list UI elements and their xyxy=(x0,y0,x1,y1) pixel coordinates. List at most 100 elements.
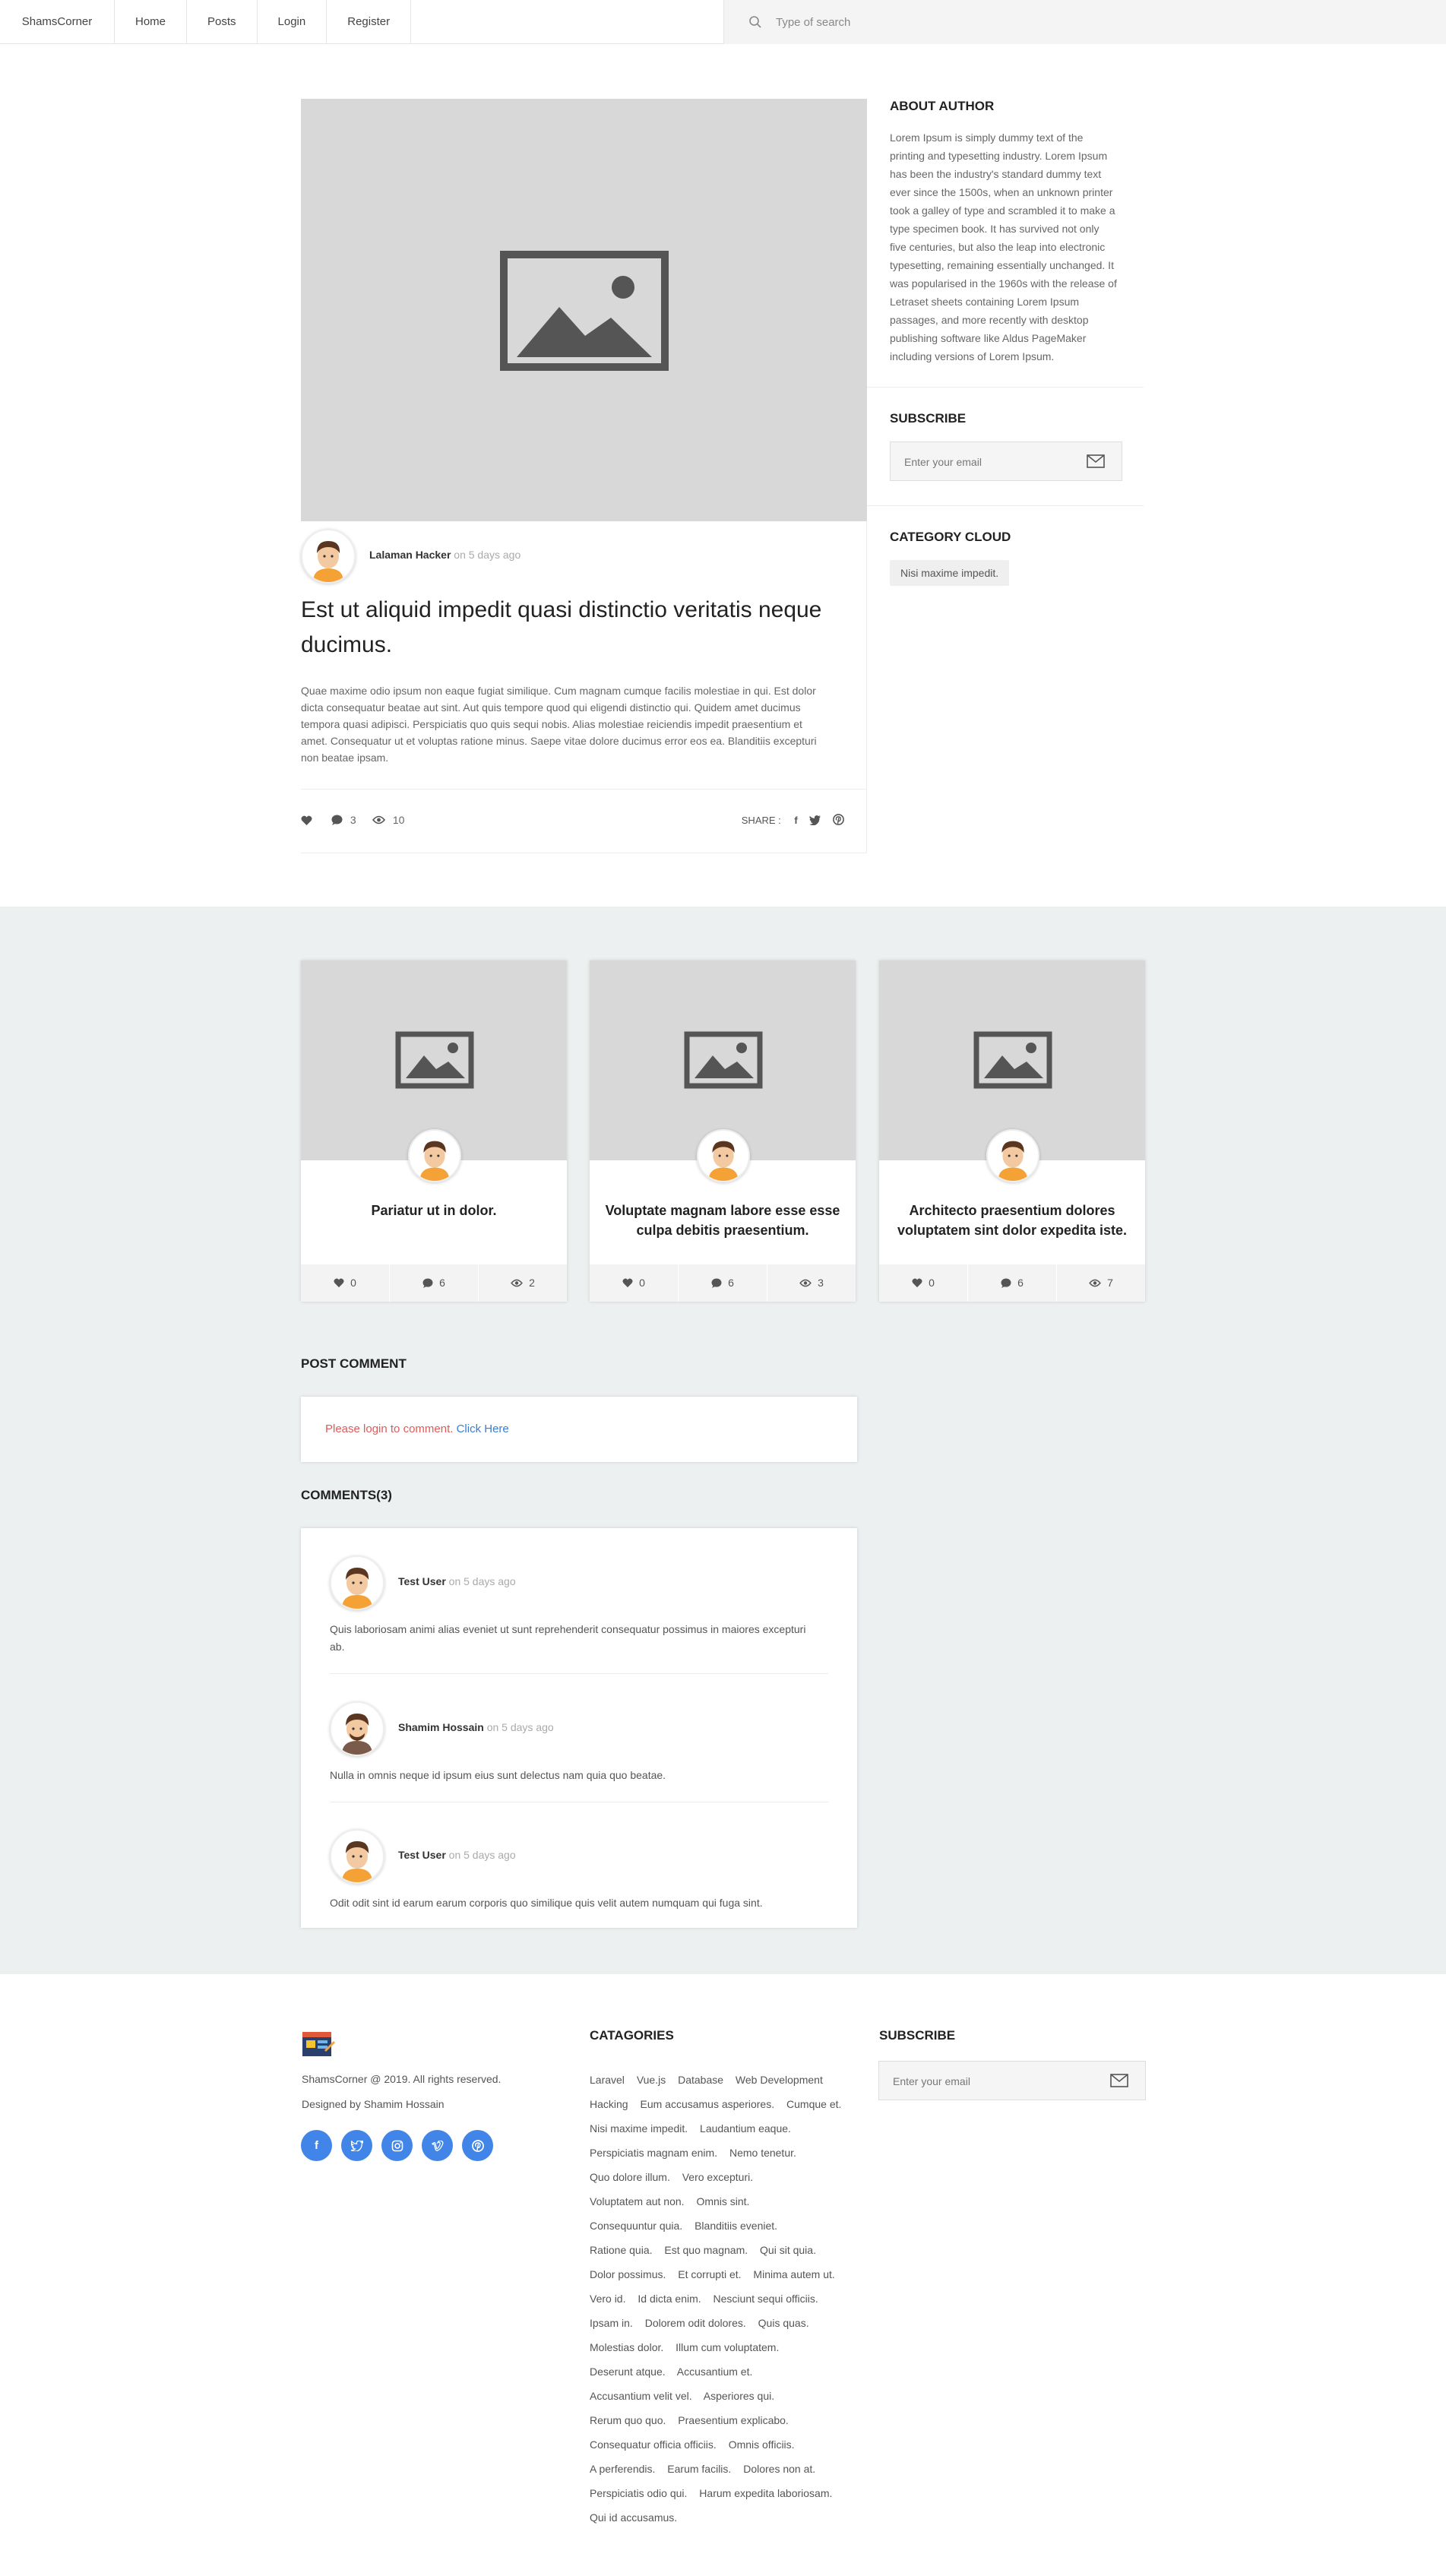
pinterest-icon[interactable] xyxy=(462,2130,493,2161)
footer-category-link[interactable]: A perferendis. xyxy=(590,2463,655,2475)
comment-divider xyxy=(330,1673,828,1674)
card-title[interactable]: Architecto praesentium dolores voluptate… xyxy=(894,1201,1130,1240)
footer-category-link[interactable]: Eum accusamus asperiores. xyxy=(640,2098,774,2110)
footer-category-link[interactable]: Consequatur officia officiis. xyxy=(590,2438,717,2451)
footer-category-link[interactable]: Accusantium et. xyxy=(677,2366,753,2378)
subscribe-title: SUBSCRIBE xyxy=(890,411,967,426)
footer-category-link[interactable]: Blanditiis eveniet. xyxy=(695,2220,777,2232)
footer-category-link[interactable]: Quis quas. xyxy=(758,2317,809,2329)
card-author-avatar[interactable] xyxy=(986,1129,1039,1182)
footer-category-link[interactable]: Id dicta enim. xyxy=(638,2293,701,2305)
footer-category-link[interactable]: Omnis sint. xyxy=(696,2195,749,2207)
footer-category-link[interactable]: Hacking xyxy=(590,2098,628,2110)
footer-category-link[interactable]: Dolor possimus. xyxy=(590,2268,666,2280)
footer-category-link[interactable]: Est quo magnam. xyxy=(664,2244,748,2256)
login-prompt: Please login to comment. Click Here xyxy=(325,1422,509,1435)
footer-category-link[interactable]: Minima autem ut. xyxy=(753,2268,834,2280)
views-stat: 10 xyxy=(372,814,404,826)
footer-category-link[interactable]: Qui sit quia. xyxy=(760,2244,816,2256)
footer-category-link[interactable]: Deserunt atque. xyxy=(590,2366,666,2378)
search-input[interactable] xyxy=(776,11,1156,33)
card-comments: 6 xyxy=(968,1264,1057,1302)
card-comments: 6 xyxy=(390,1264,479,1302)
card-title[interactable]: Pariatur ut in dolor. xyxy=(316,1201,552,1220)
related-post-card[interactable]: Voluptate magnam labore esse esse culpa … xyxy=(590,960,856,1302)
footer-category-link[interactable]: Nemo tenetur. xyxy=(729,2147,796,2159)
footer-category-link[interactable]: Vero id. xyxy=(590,2293,625,2305)
share-facebook-icon[interactable]: f xyxy=(794,815,797,826)
author-avatar[interactable] xyxy=(301,529,356,584)
card-likes[interactable]: 0 xyxy=(301,1264,390,1302)
related-post-card[interactable]: Pariatur ut in dolor. 0 6 2 xyxy=(301,960,567,1302)
footer-category-link[interactable]: Rerum quo quo. xyxy=(590,2414,666,2426)
footer-category-link[interactable]: Cumque et. xyxy=(786,2098,841,2110)
card-author-avatar[interactable] xyxy=(408,1129,461,1182)
subscribe-email-input[interactable] xyxy=(904,453,1071,471)
footer-category-link[interactable]: Dolores non at. xyxy=(743,2463,815,2475)
footer-category-link[interactable]: Molestias dolor. xyxy=(590,2341,663,2353)
nav-home[interactable]: Home xyxy=(115,0,188,44)
comment-time: on 5 days ago xyxy=(448,1575,516,1587)
mail-send-icon[interactable] xyxy=(1087,454,1105,469)
footer-email-input[interactable] xyxy=(893,2072,1060,2090)
commenter-name[interactable]: Test User on 5 days ago xyxy=(398,1575,516,1587)
footer-category-link[interactable]: Laravel xyxy=(590,2074,625,2086)
share-twitter-icon[interactable] xyxy=(809,815,821,826)
card-author-avatar[interactable] xyxy=(697,1129,750,1182)
footer-category-link[interactable]: Perspiciatis magnam enim. xyxy=(590,2147,717,2159)
search-icon[interactable] xyxy=(748,15,762,29)
footer-category-link[interactable]: Voluptatem aut non. xyxy=(590,2195,685,2207)
footer-category-link[interactable]: Laudantium eaque. xyxy=(700,2122,791,2135)
mail-send-icon[interactable] xyxy=(1110,2073,1128,2088)
footer-category-link[interactable]: Nisi maxime impedit. xyxy=(590,2122,688,2135)
nav-posts[interactable]: Posts xyxy=(187,0,258,44)
post-author: Lalaman Hacker on 5 days ago xyxy=(301,529,863,584)
commenter-avatar[interactable] xyxy=(330,1555,384,1610)
commenter-name[interactable]: Shamim Hossain on 5 days ago xyxy=(398,1721,554,1733)
card-likes[interactable]: 0 xyxy=(879,1264,968,1302)
twitter-icon[interactable] xyxy=(341,2130,372,2161)
footer-category-link[interactable]: Asperiores qui. xyxy=(704,2390,774,2402)
share-pinterest-icon[interactable] xyxy=(833,814,844,825)
footer-category-link[interactable]: Quo dolore illum. xyxy=(590,2171,670,2183)
footer-category-link[interactable]: Praesentium explicabo. xyxy=(678,2414,789,2426)
footer-category-link[interactable]: Et corrupti et. xyxy=(678,2268,741,2280)
nav-register[interactable]: Register xyxy=(327,0,412,44)
footer-category-link[interactable]: Ratione quia. xyxy=(590,2244,653,2256)
footer-category-link[interactable]: Dolorem odit dolores. xyxy=(645,2317,746,2329)
category-tag[interactable]: Nisi maxime impedit. xyxy=(890,560,1010,586)
footer-category-link[interactable]: Omnis officiis. xyxy=(729,2438,795,2451)
author-name[interactable]: Lalaman Hacker on 5 days ago xyxy=(369,549,520,561)
login-link[interactable]: Click Here xyxy=(457,1422,509,1435)
nav-login[interactable]: Login xyxy=(258,0,327,44)
brand-logo[interactable]: ShamsCorner xyxy=(0,0,115,44)
heart-icon[interactable] xyxy=(301,815,312,826)
card-title[interactable]: Voluptate magnam labore esse esse culpa … xyxy=(605,1201,840,1240)
footer-category-link[interactable]: Database xyxy=(678,2074,723,2086)
footer-category-link[interactable]: Vero excepturi. xyxy=(682,2171,753,2183)
footer-category-link[interactable]: Earum facilis. xyxy=(667,2463,731,2475)
image-placeholder-icon xyxy=(973,1031,1052,1089)
commenter-avatar[interactable] xyxy=(330,1701,384,1756)
footer-designed-by: Designed by Shamim Hossain xyxy=(302,2098,445,2110)
facebook-icon[interactable]: f xyxy=(301,2130,332,2161)
comments-stat: 3 xyxy=(331,814,356,826)
instagram-icon[interactable] xyxy=(381,2130,413,2161)
vimeo-icon[interactable] xyxy=(422,2130,453,2161)
footer-category-link[interactable]: Consequuntur quia. xyxy=(590,2220,682,2232)
commenter-avatar[interactable] xyxy=(330,1829,384,1884)
footer-category-link[interactable]: Accusantium velit vel. xyxy=(590,2390,692,2402)
footer-category-link[interactable]: Perspiciatis odio qui. xyxy=(590,2487,687,2499)
footer-category-link[interactable]: Web Development xyxy=(736,2074,823,2086)
heart-icon xyxy=(622,1278,633,1288)
related-post-card[interactable]: Architecto praesentium dolores voluptate… xyxy=(879,960,1145,1302)
footer-category-link[interactable]: Vue.js xyxy=(637,2074,666,2086)
commenter-name[interactable]: Test User on 5 days ago xyxy=(398,1849,516,1861)
footer-category-link[interactable]: Ipsam in. xyxy=(590,2317,633,2329)
footer-category-link[interactable]: Illum cum voluptatem. xyxy=(676,2341,779,2353)
main-nav: Home Posts Login Register xyxy=(115,0,412,44)
footer-category-link[interactable]: Nesciunt sequi officiis. xyxy=(714,2293,818,2305)
footer-category-link[interactable]: Qui id accusamus. xyxy=(590,2511,677,2524)
card-likes[interactable]: 0 xyxy=(590,1264,679,1302)
footer-category-link[interactable]: Harum expedita laboriosam. xyxy=(699,2487,832,2499)
